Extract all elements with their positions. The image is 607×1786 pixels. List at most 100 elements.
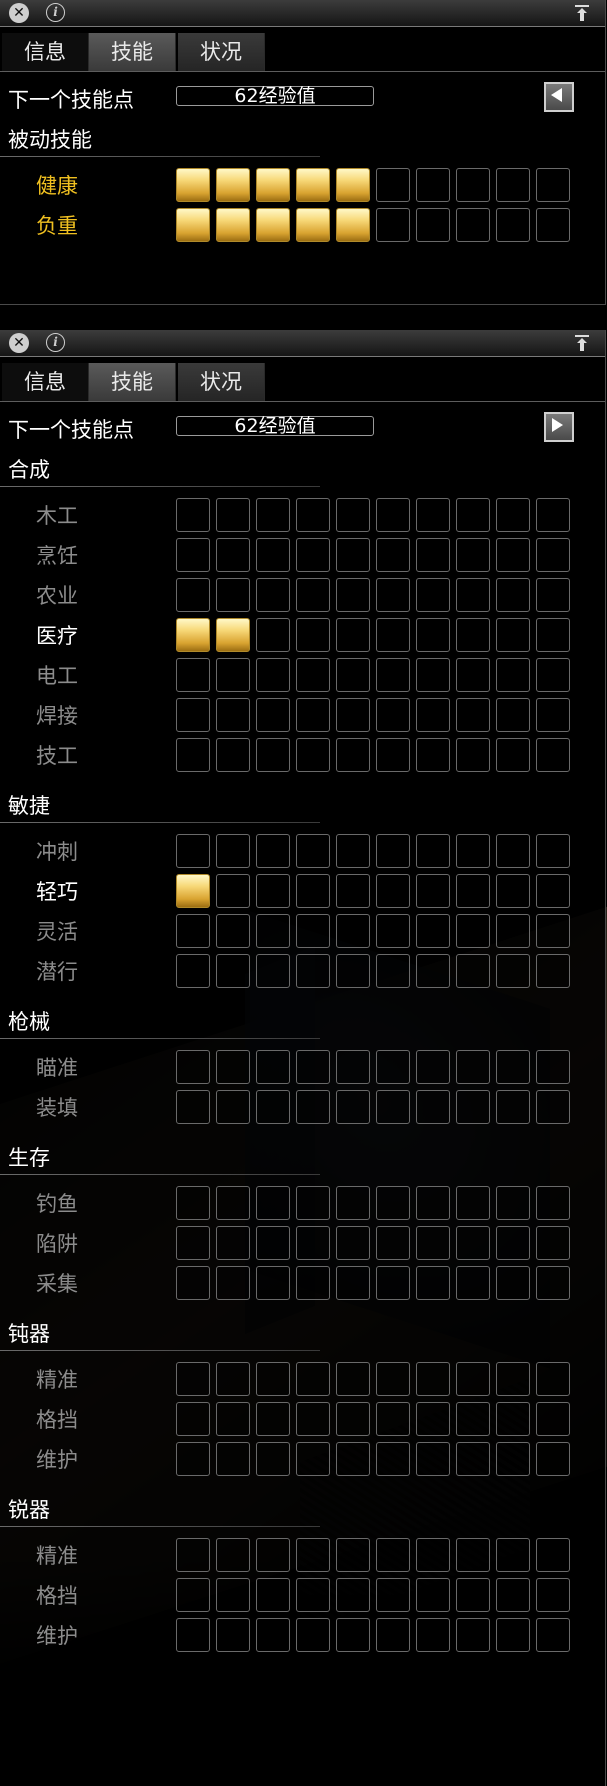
skill-level-cell-empty (336, 834, 370, 868)
skill-level-cell-filled (336, 208, 370, 242)
skill-name[interactable]: 木工 (36, 500, 78, 530)
tab-health[interactable]: 状况 (178, 33, 265, 71)
skill-level-cell-empty (456, 1362, 490, 1396)
section-title: 合成 (8, 458, 50, 482)
skill-level-cell-empty (496, 618, 530, 652)
skill-level-bar (176, 738, 570, 772)
close-icon[interactable]: ✕ (9, 333, 29, 353)
skill-level-cell-empty (296, 618, 330, 652)
next-skill-point-label: 下一个技能点 (8, 88, 134, 112)
skill-level-cell-filled (296, 168, 330, 202)
skill-level-cell-empty (496, 1538, 530, 1572)
close-icon[interactable]: ✕ (9, 3, 29, 23)
skill-level-cell-empty (416, 1186, 450, 1220)
skill-name[interactable]: 健康 (36, 170, 78, 200)
expand-button[interactable] (544, 412, 574, 442)
info-icon[interactable]: i (46, 333, 65, 352)
skill-level-cell-empty (296, 738, 330, 772)
skill-level-cell-empty (336, 1226, 370, 1260)
skill-name[interactable]: 烹饪 (36, 540, 78, 570)
skill-name[interactable]: 负重 (36, 210, 78, 240)
skill-level-cell-filled (296, 208, 330, 242)
skill-level-cell-empty (296, 1618, 330, 1652)
skill-name[interactable]: 冲刺 (36, 836, 78, 866)
skill-level-cell-empty (416, 1442, 450, 1476)
skill-level-cell-empty (296, 1402, 330, 1436)
skill-level-cell-empty (376, 578, 410, 612)
skill-level-bar (176, 914, 570, 948)
skill-level-cell-empty (496, 1442, 530, 1476)
skill-level-bar (176, 1050, 570, 1084)
skill-name[interactable]: 农业 (36, 580, 78, 610)
tab-skills[interactable]: 技能 (89, 363, 176, 401)
skill-name[interactable]: 潜行 (36, 956, 78, 986)
skill-name[interactable]: 钓鱼 (36, 1188, 78, 1218)
skill-level-bar (176, 834, 570, 868)
tab-health[interactable]: 状况 (178, 363, 265, 401)
skill-level-cell-empty (176, 1266, 210, 1300)
skill-level-cell-empty (456, 1050, 490, 1084)
skill-level-cell-empty (216, 578, 250, 612)
skill-level-cell-empty (416, 1578, 450, 1612)
skill-name[interactable]: 电工 (36, 660, 78, 690)
collapse-button[interactable] (544, 82, 574, 112)
skill-name[interactable]: 精准 (36, 1364, 78, 1394)
skill-name[interactable]: 维护 (36, 1620, 78, 1650)
skill-level-cell-empty (376, 698, 410, 732)
window-titlebar[interactable]: ✕ i (0, 0, 605, 27)
skill-level-cell-empty (536, 1090, 570, 1124)
skill-level-cell-empty (256, 1442, 290, 1476)
info-icon[interactable]: i (46, 3, 65, 22)
skill-name[interactable]: 精准 (36, 1540, 78, 1570)
section-divider (0, 486, 320, 487)
skill-level-cell-empty (416, 538, 450, 572)
skill-level-bar (176, 1186, 570, 1220)
skill-level-cell-empty (176, 498, 210, 532)
skill-level-cell-empty (336, 1538, 370, 1572)
skill-name[interactable]: 技工 (36, 740, 78, 770)
skill-name[interactable]: 轻巧 (36, 876, 78, 906)
skill-name[interactable]: 瞄准 (36, 1052, 78, 1082)
skill-level-cell-empty (176, 1402, 210, 1436)
skill-level-cell-empty (456, 658, 490, 692)
skill-level-cell-empty (416, 954, 450, 988)
skill-level-cell-empty (456, 208, 490, 242)
section-title: 枪械 (8, 1010, 50, 1034)
skill-name[interactable]: 格挡 (36, 1580, 78, 1610)
skill-level-cell-empty (176, 738, 210, 772)
section-title: 敏捷 (8, 794, 50, 818)
skill-name[interactable]: 采集 (36, 1268, 78, 1298)
skill-level-bar (176, 954, 570, 988)
tab-info[interactable]: 信息 (2, 363, 89, 401)
skill-level-cell-empty (456, 538, 490, 572)
skill-level-cell-empty (496, 698, 530, 732)
skill-name[interactable]: 焊接 (36, 700, 78, 730)
skill-name[interactable]: 格挡 (36, 1404, 78, 1434)
skill-level-cell-empty (176, 1226, 210, 1260)
skill-level-cell-empty (536, 168, 570, 202)
pin-icon[interactable] (571, 2, 593, 24)
skill-name[interactable]: 灵活 (36, 916, 78, 946)
skill-level-cell-empty (176, 658, 210, 692)
pin-icon[interactable] (571, 332, 593, 354)
skill-level-cell-empty (376, 1186, 410, 1220)
skill-level-cell-empty (336, 1362, 370, 1396)
skill-level-cell-empty (496, 1226, 530, 1260)
skill-name[interactable]: 医疗 (36, 620, 78, 650)
skill-level-cell-empty (376, 658, 410, 692)
skill-level-cell-empty (496, 1362, 530, 1396)
skill-level-cell-empty (496, 1050, 530, 1084)
tab-skills[interactable]: 技能 (89, 33, 176, 71)
tab-info[interactable]: 信息 (2, 33, 89, 71)
skill-name[interactable]: 陷阱 (36, 1228, 78, 1258)
skill-name[interactable]: 装填 (36, 1092, 78, 1122)
skill-name[interactable]: 维护 (36, 1444, 78, 1474)
window-titlebar[interactable]: ✕ i (0, 330, 605, 357)
skill-level-cell-empty (256, 1362, 290, 1396)
skill-level-cell-empty (456, 1402, 490, 1436)
tab-bar: 信息 技能 状况 (0, 27, 605, 72)
skill-level-cell-empty (456, 618, 490, 652)
skill-level-cell-empty (496, 954, 530, 988)
skill-level-bar (176, 538, 570, 572)
skill-level-bar (176, 618, 570, 652)
